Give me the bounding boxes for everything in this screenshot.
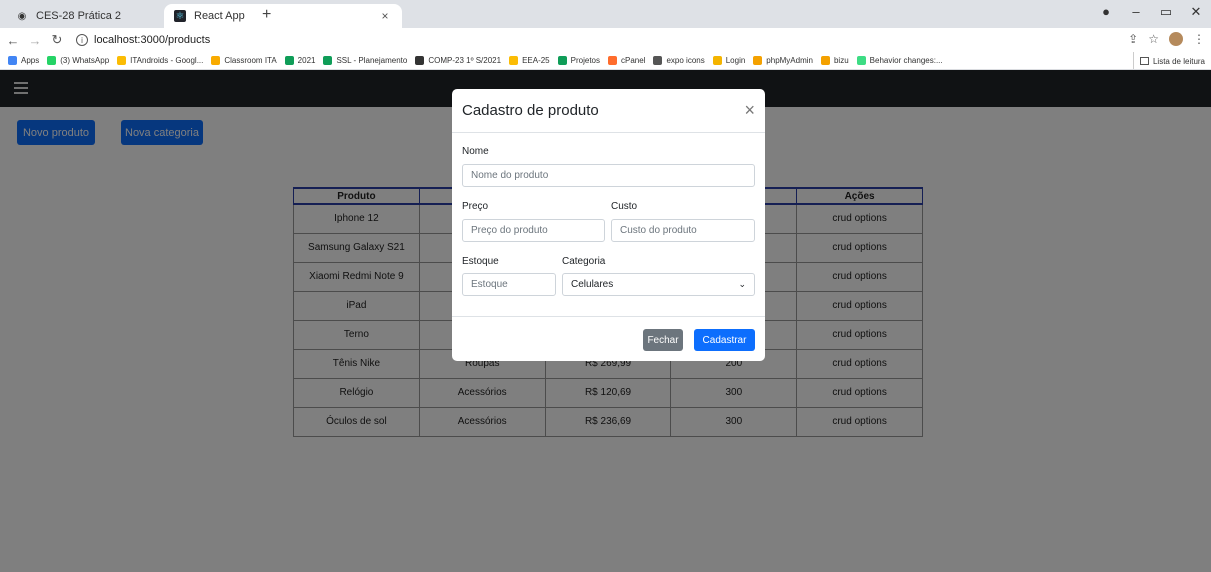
bookmark-icon [117,56,127,65]
bookmark-item[interactable]: SSL - Planejamento [323,56,407,65]
new-tab-button[interactable]: + [262,6,271,24]
globe-icon: ◉ [17,10,27,22]
bookmark-icon [284,56,294,65]
bookmark-item[interactable]: ITAndroids - Googl... [117,56,203,65]
profile-dot-icon[interactable]: ● [1091,4,1121,20]
address-bar: ← → ↻ i localhost:3000/products ⇪ ☆ ⋮ [0,28,1211,52]
bookmark-label: Apps [21,56,40,65]
bookmark-icon [753,56,763,65]
share-icon[interactable]: ⇪ [1128,32,1138,46]
url-text: localhost:3000/products [94,34,211,46]
submit-button[interactable]: Cadastrar [694,329,755,351]
reload-icon[interactable]: ↻ [48,32,66,48]
bookmark-item[interactable]: Classroom ITA [211,56,277,65]
bookmark-icon [8,56,17,65]
categoria-label: Categoria [562,256,606,267]
categoria-select[interactable]: Celulares ⌄ [562,273,755,296]
bookmark-icon [820,56,830,65]
chevron-down-icon: ⌄ [738,279,746,289]
modal-footer: Fechar Cadastrar [452,316,765,361]
bookmark-label: Login [725,56,746,65]
tab-react-app[interactable]: ⚛ React App × [164,4,402,28]
bookmark-label: ITAndroids - Googl... [130,56,204,65]
browser-tabstrip: ◉ CES-28 Prática 2 × ⚛ React App × + ● –… [0,0,1211,28]
menu-dots-icon[interactable]: ⋮ [1193,32,1205,46]
bookmark-item[interactable]: (3) WhatsApp [47,56,109,65]
bookmark-item[interactable]: phpMyAdmin [753,56,813,65]
preco-input[interactable]: Preço do produto [462,219,605,242]
nome-input[interactable]: Nome do produto [462,164,755,187]
bookmark-icon [712,56,722,65]
address-actions: ⇪ ☆ ⋮ [1128,32,1205,46]
bookmark-item[interactable]: bizu [820,56,849,65]
bookmark-label: Projetos [570,56,600,65]
bookmark-item[interactable]: COMP-23 1º S/2021 [415,56,501,65]
bookmark-item[interactable]: EEA-25 [509,56,550,65]
bookmark-label: Classroom ITA [224,56,277,65]
maximize-button[interactable]: ▭ [1151,4,1181,20]
categoria-value: Celulares [571,279,614,290]
bookmark-item[interactable]: Login [712,56,746,65]
bookmark-label: 2021 [297,56,316,65]
bookmark-item[interactable]: Projetos [557,56,600,65]
minimize-button[interactable]: – [1121,4,1151,20]
bookmark-label: EEA-25 [522,56,550,65]
bookmark-item[interactable]: expo icons [653,56,705,65]
bookmark-icon [509,56,519,65]
forward-icon[interactable]: → [26,33,44,48]
close-button[interactable]: Fechar [643,329,683,351]
tab-title: React App [194,10,245,22]
react-icon: ⚛ [174,10,186,22]
modal-header: Cadastro de produto × [452,89,765,133]
modal-title: Cadastro de produto [462,102,599,119]
bookmarks-bar: Apps (3) WhatsApp ITAndroids - Googl... Cla… [0,52,1211,70]
bookmark-icon [653,56,663,65]
bookmark-icon [557,56,567,65]
bookmark-icon [856,56,866,65]
estoque-input[interactable]: Estoque [462,273,556,296]
nome-label: Nome [462,146,489,157]
bookmark-icon [323,56,333,65]
close-icon[interactable]: × [744,100,755,121]
reading-list-label: Lista de leitura [1152,56,1205,66]
reading-list[interactable]: Lista de leitura [1132,52,1205,69]
bookmark-label: COMP-23 1º S/2021 [428,56,502,65]
bookmark-item[interactable]: Apps [8,56,39,65]
reading-list-icon [1139,57,1149,65]
bookmark-label: (3) WhatsApp [60,56,110,65]
bookmark-label: bizu [833,56,849,65]
bookmark-item[interactable]: 2021 [284,56,316,65]
avatar[interactable] [1169,32,1183,46]
bookmark-icon [608,56,617,65]
bookmark-label: expo icons [666,56,705,65]
tab-close-icon[interactable]: × [378,9,392,23]
bookmark-label: phpMyAdmin [766,56,813,65]
bookmark-item[interactable]: cPanel [608,56,645,65]
star-icon[interactable]: ☆ [1148,32,1159,46]
bookmark-label: Behavior changes:... [869,56,943,65]
bookmark-icon [415,56,425,65]
custo-input[interactable]: Custo do produto [611,219,755,242]
estoque-label: Estoque [462,256,499,267]
product-modal: Cadastro de produto × Nome Nome do produ… [452,89,765,361]
custo-label: Custo [611,201,638,212]
bookmark-label: SSL - Planejamento [336,56,408,65]
bookmark-label: cPanel [621,56,646,65]
preco-label: Preço [462,201,489,212]
info-icon[interactable]: i [76,34,88,46]
bookmark-item[interactable]: Behavior changes:... [856,56,943,65]
url-field[interactable]: i localhost:3000/products [76,34,210,46]
close-window-button[interactable]: ✕ [1181,4,1211,20]
bookmark-icon [211,56,221,65]
bookmark-icon [47,56,57,65]
window-controls: ● – ▭ ✕ [1091,4,1211,20]
back-icon[interactable]: ← [4,33,22,48]
